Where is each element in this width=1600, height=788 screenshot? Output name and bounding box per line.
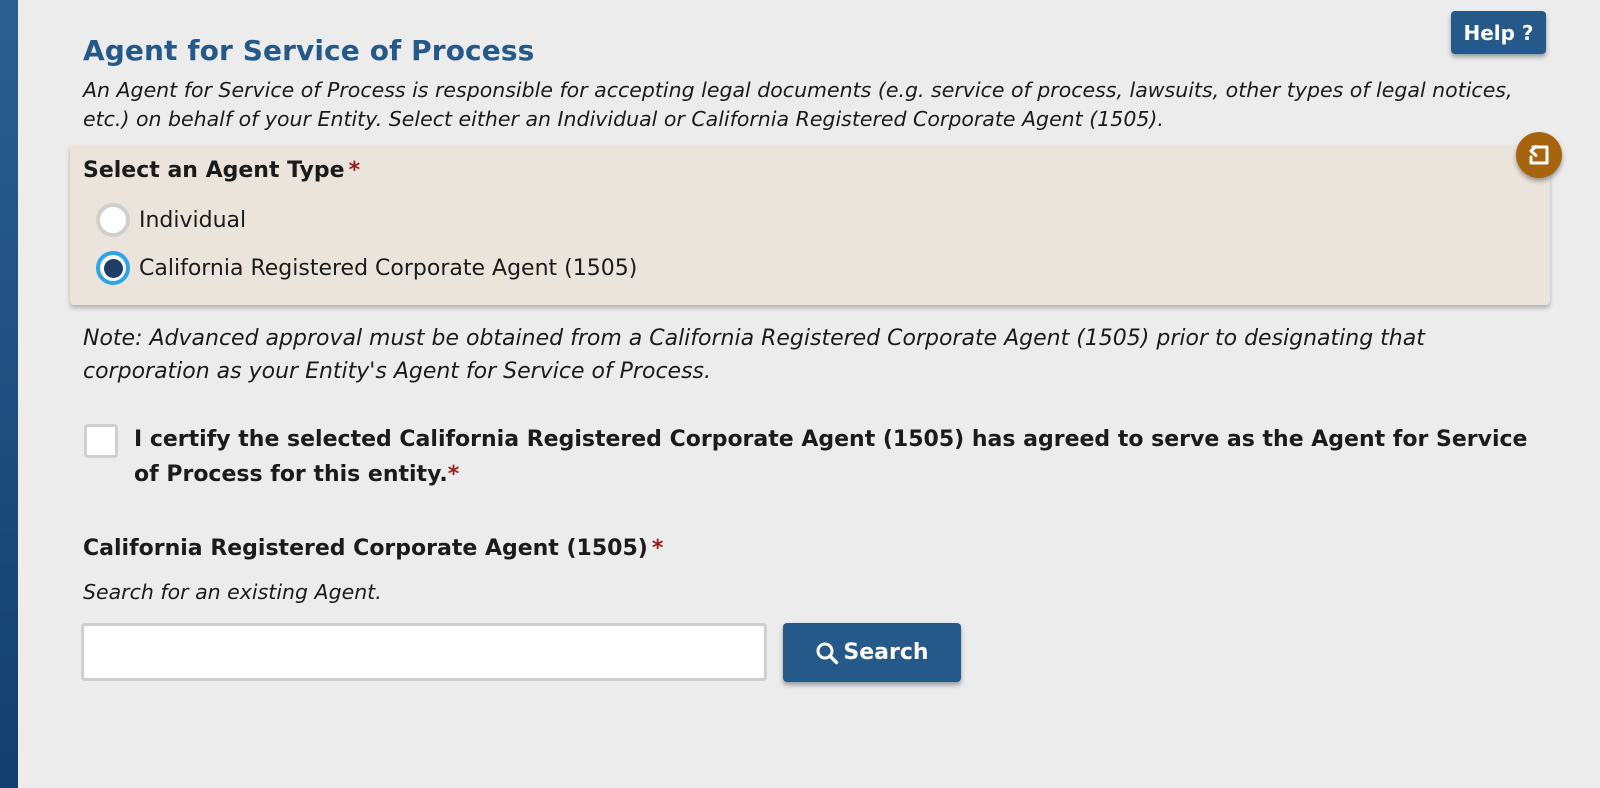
certify-label: I certify the selected California Regist… xyxy=(134,422,1534,492)
undo-icon xyxy=(1526,142,1552,168)
approval-note: Note: Advanced approval must be obtained… xyxy=(83,326,1425,384)
radio-corporate-agent-label: California Registered Corporate Agent (1… xyxy=(139,255,638,281)
search-icon xyxy=(815,641,839,665)
section-description: An Agent for Service of Process is respo… xyxy=(83,78,1513,131)
help-button[interactable]: Help ? xyxy=(1451,11,1546,54)
section-title: Agent for Service of Process xyxy=(83,34,535,67)
search-button-label: Search xyxy=(843,640,929,665)
radio-selected-dot xyxy=(103,258,123,278)
corporate-agent-helper: Search for an existing Agent. xyxy=(83,580,382,604)
page: Help ? Agent for Service of Process An A… xyxy=(0,0,1600,788)
radio-individual[interactable] xyxy=(96,203,130,237)
required-asterisk: * xyxy=(447,462,460,487)
certify-checkbox[interactable] xyxy=(84,424,118,458)
radio-option-corporate-agent[interactable]: California Registered Corporate Agent (1… xyxy=(96,248,637,288)
undo-button[interactable] xyxy=(1516,132,1562,178)
help-button-label: Help ? xyxy=(1463,20,1534,45)
radio-individual-label: Individual xyxy=(139,207,247,233)
agent-type-label-text: Select an Agent Type xyxy=(83,158,345,183)
radio-option-individual[interactable]: Individual xyxy=(96,200,246,240)
left-accent-bar xyxy=(0,0,18,788)
corporate-agent-label-text: California Registered Corporate Agent (1… xyxy=(83,536,648,561)
required-asterisk: * xyxy=(348,158,361,183)
required-asterisk: * xyxy=(651,536,664,561)
agent-type-label: Select an Agent Type * xyxy=(83,158,360,183)
agent-search-input[interactable] xyxy=(81,623,767,681)
radio-corporate-agent[interactable] xyxy=(96,251,130,285)
search-button[interactable]: Search xyxy=(783,623,961,682)
certify-label-text: I certify the selected California Regist… xyxy=(134,427,1528,487)
corporate-agent-label: California Registered Corporate Agent (1… xyxy=(83,536,663,561)
